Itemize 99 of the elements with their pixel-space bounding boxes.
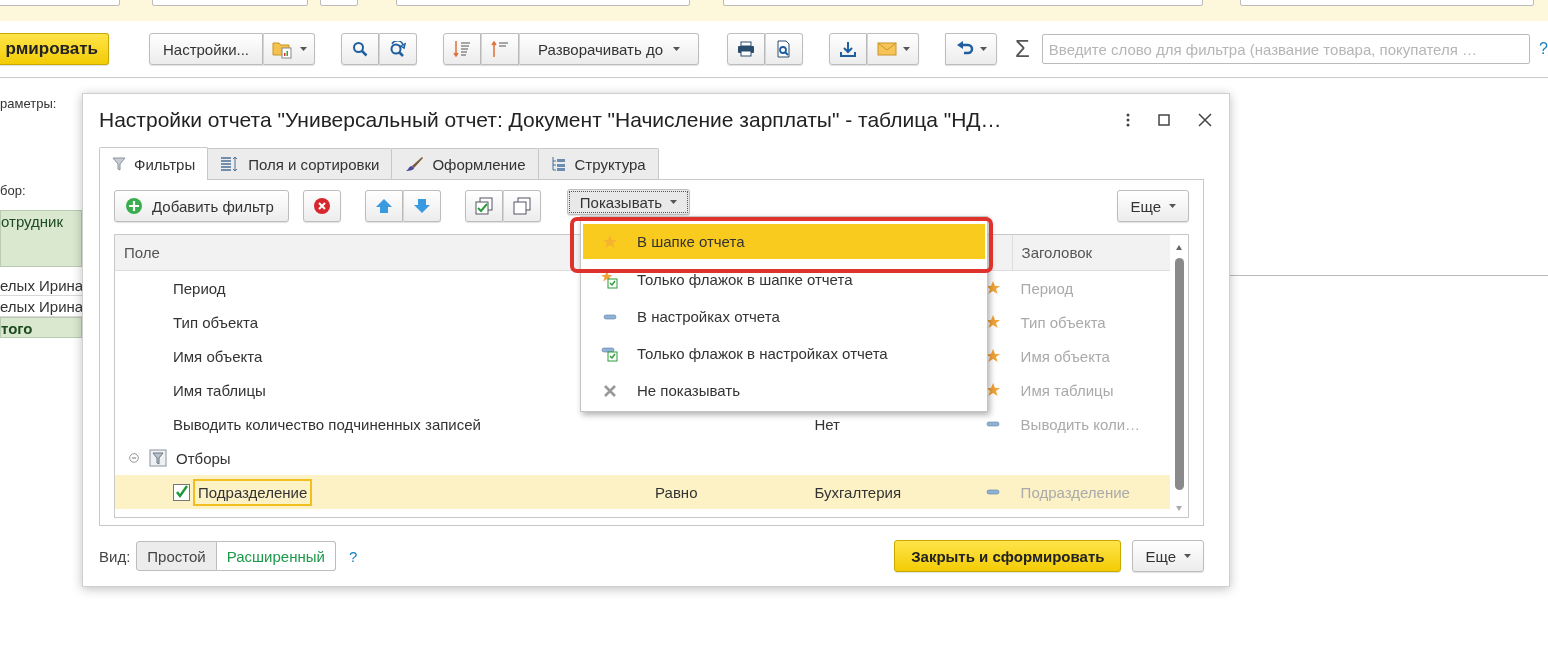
checked-pages-icon (474, 197, 493, 215)
envelope-icon (876, 42, 897, 56)
caret-icon (902, 47, 910, 51)
menu-item[interactable]: Только флажок в шапке отчета (583, 261, 985, 298)
table-cell: Тип объекта (173, 313, 259, 331)
table-cell: Период (1020, 279, 1074, 297)
column-header: Поле (123, 244, 161, 261)
search-next-button[interactable] (379, 33, 417, 65)
menu-item[interactable]: В настройках отчета (583, 298, 985, 335)
download-icon (839, 40, 857, 58)
caret-icon (670, 200, 678, 204)
help-link[interactable]: ? (348, 547, 358, 565)
view-label: Вид: (99, 547, 131, 565)
search-icon (352, 41, 368, 57)
plus-circle-icon (125, 197, 143, 215)
funnel-icon (112, 157, 126, 171)
table-cell: Имя объекта (1020, 347, 1110, 365)
more-menu-icon[interactable] (1126, 113, 1130, 127)
selection-label: бор: (0, 183, 26, 198)
delete-icon (312, 197, 331, 215)
checkbox[interactable] (173, 483, 190, 501)
move-up-button[interactable] (364, 190, 403, 222)
filter-search-field[interactable]: Введите слово для фильтра (название товара, покупателя … (1041, 34, 1531, 64)
more-dropdown[interactable]: Еще (1132, 540, 1204, 572)
expand-to-dropdown[interactable]: Разворачивать до (519, 33, 699, 65)
scroll-up-icon[interactable] (1176, 245, 1182, 250)
down-arrow-icon (412, 198, 431, 214)
table-cell: Выводить коли… (1020, 415, 1141, 433)
uncheck-all-button[interactable] (502, 190, 541, 222)
caret-icon (1184, 554, 1191, 558)
check-all-button[interactable] (464, 190, 503, 222)
table-header-cell: отрудник (0, 210, 82, 267)
move-down-button[interactable] (402, 190, 441, 222)
dialog-title: Настройки отчета "Универсальный отчет: Документ "Начисление зарплаты" - таблица "НД… (99, 108, 1002, 132)
search-refresh-icon (389, 41, 407, 57)
caret-icon (299, 47, 307, 51)
dash-checkbox-icon (601, 345, 619, 362)
total-cell: того (0, 317, 82, 338)
star-checkbox-icon (601, 270, 619, 289)
help-link[interactable]: ? (1539, 40, 1548, 58)
tab[interactable]: Оформление (391, 148, 539, 179)
view-mode-toggle[interactable]: Расширенный (216, 541, 336, 571)
table-cell: Имя объекта (173, 347, 263, 365)
scroll-down-icon[interactable] (1176, 506, 1182, 511)
table-cell: Подразделение (1020, 483, 1130, 501)
save-button[interactable] (829, 33, 867, 65)
table-cell: Тип объекта (1020, 313, 1106, 331)
add-filter-button[interactable]: Добавить фильтр (114, 190, 289, 222)
table-cell: Выводить количество подчиненных записей (173, 415, 481, 433)
settings-button[interactable]: Настройки... (149, 33, 263, 65)
print-button[interactable] (727, 33, 765, 65)
sum-button[interactable]: Σ (1011, 35, 1034, 63)
generate-button[interactable]: рмировать (0, 33, 109, 65)
close-icon[interactable] (1198, 113, 1212, 127)
more-dropdown[interactable]: Еще (1117, 190, 1189, 222)
menu-item[interactable]: Только флажок в настройках отчета (583, 335, 985, 372)
caret-icon (1169, 204, 1176, 208)
tab[interactable]: Поля и сортировки (207, 148, 393, 179)
maximize-icon[interactable] (1158, 114, 1170, 126)
parameters-label: раметры: (0, 96, 57, 111)
group-label: Отборы (176, 449, 231, 467)
menu-item[interactable]: Не показывать (583, 372, 985, 409)
show-dropdown[interactable]: Показывать (566, 189, 691, 215)
sort-ascending-button[interactable] (481, 33, 519, 65)
print-preview-button[interactable] (765, 33, 803, 65)
pages-icon (512, 197, 531, 215)
table-cell: Имя таблицы (173, 381, 266, 399)
up-arrow-icon (374, 198, 393, 214)
caret-icon (979, 47, 987, 51)
sort-descending-icon (453, 40, 471, 58)
folder-chart-icon (271, 39, 294, 59)
caret-icon (673, 47, 680, 51)
undo-button[interactable] (945, 33, 997, 65)
delete-button[interactable] (302, 190, 341, 222)
sort-descending-button[interactable] (443, 33, 481, 65)
dash-icon (603, 312, 617, 321)
tab[interactable]: Структура (537, 148, 659, 179)
table-cell: Равно (655, 483, 698, 501)
tab[interactable]: Фильтры (99, 147, 209, 180)
menu-item[interactable]: В шапке отчета (583, 224, 985, 259)
sort-ascending-icon (491, 40, 509, 58)
table-cell: Период (173, 279, 226, 297)
paintbrush-icon (404, 156, 425, 172)
report-variant-button[interactable] (263, 33, 315, 65)
table-cell: Нет (814, 415, 840, 433)
star-icon (602, 233, 618, 250)
search-button[interactable] (341, 33, 379, 65)
cross-icon (603, 383, 617, 398)
page-magnifier-icon (776, 40, 792, 58)
return-arrow-icon (955, 41, 974, 57)
view-mode-toggle[interactable]: Простой (136, 541, 217, 571)
table-cell: Бухгалтерия (814, 483, 902, 501)
table-cell: Подразделение (193, 478, 313, 506)
table-cell: Имя таблицы (1020, 381, 1114, 399)
collapse-icon[interactable] (129, 453, 139, 463)
funnel-icon (149, 448, 169, 468)
printer-icon (737, 41, 755, 57)
close-and-generate-button[interactable]: Закрыть и сформировать (894, 540, 1122, 572)
tree-structure-icon (550, 156, 567, 172)
